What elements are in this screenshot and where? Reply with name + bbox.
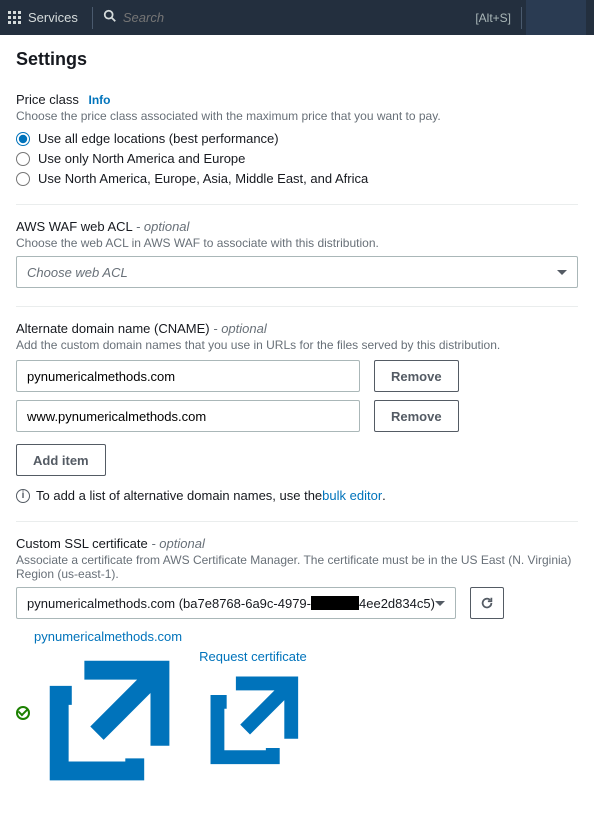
- price-class-help: Choose the price class associated with t…: [16, 109, 578, 123]
- bulk-prefix-text: To add a list of alternative domain name…: [36, 488, 322, 503]
- price-class-label: Price class: [16, 92, 79, 107]
- optional-tag: - optional: [213, 321, 266, 336]
- ssl-help: Associate a certificate from AWS Certifi…: [16, 553, 578, 581]
- divider: [16, 521, 578, 522]
- search-container: [Alt+S]: [97, 9, 517, 26]
- ssl-section: Custom SSL certificate - optional Associ…: [16, 536, 578, 796]
- redacted-segment: [311, 596, 359, 610]
- ssl-links: pynumericalmethods.com Request certifica…: [16, 629, 578, 796]
- external-link-icon: [199, 665, 310, 776]
- ssl-cert-row: pynumericalmethods.com (ba7e8768-6a9c-49…: [16, 587, 578, 619]
- cname-help: Add the custom domain names that you use…: [16, 338, 578, 352]
- grid-icon[interactable]: [8, 11, 22, 25]
- radio-label: Use only North America and Europe: [38, 151, 245, 166]
- ssl-cert-selected: pynumericalmethods.com (ba7e8768-6a9c-49…: [27, 596, 435, 611]
- topbar-right-section: [526, 0, 586, 35]
- divider: [16, 204, 578, 205]
- cname-input-0[interactable]: [16, 360, 360, 392]
- waf-label: AWS WAF web ACL: [16, 219, 132, 234]
- radio-na-eu[interactable]: [16, 152, 30, 166]
- ssl-cert-select[interactable]: pynumericalmethods.com (ba7e8768-6a9c-49…: [16, 587, 456, 619]
- cname-item-row: Remove: [16, 400, 578, 432]
- page-content: Settings Price class Info Choose the pri…: [0, 35, 594, 816]
- cname-section: Alternate domain name (CNAME) - optional…: [16, 321, 578, 503]
- waf-help: Choose the web ACL in AWS WAF to associa…: [16, 236, 578, 250]
- waf-section: AWS WAF web ACL - optional Choose the we…: [16, 219, 578, 288]
- success-check-icon: [16, 706, 30, 720]
- price-class-option-extended[interactable]: Use North America, Europe, Asia, Middle …: [16, 171, 578, 186]
- verified-cert-link[interactable]: pynumericalmethods.com: [34, 629, 185, 796]
- caret-down-icon: [557, 270, 567, 275]
- divider: [521, 7, 522, 29]
- optional-tag: - optional: [151, 536, 204, 551]
- price-class-radio-group: Use all edge locations (best performance…: [16, 131, 578, 186]
- services-menu[interactable]: Services: [28, 10, 78, 25]
- add-item-button[interactable]: Add item: [16, 444, 106, 476]
- cname-item-row: Remove: [16, 360, 578, 392]
- cname-label: Alternate domain name (CNAME): [16, 321, 210, 336]
- divider: [92, 7, 93, 29]
- info-icon: i: [16, 489, 30, 503]
- info-link[interactable]: Info: [88, 93, 110, 107]
- bulk-editor-link[interactable]: bulk editor: [322, 488, 382, 503]
- radio-all-edge[interactable]: [16, 132, 30, 146]
- search-icon: [103, 9, 117, 26]
- external-link-icon: [34, 645, 185, 796]
- optional-tag: - optional: [136, 219, 189, 234]
- top-navigation-bar: Services [Alt+S]: [0, 0, 594, 35]
- remove-button[interactable]: Remove: [374, 400, 459, 432]
- page-title: Settings: [16, 49, 578, 70]
- radio-extended[interactable]: [16, 172, 30, 186]
- waf-placeholder: Choose web ACL: [27, 265, 128, 280]
- price-class-option-all[interactable]: Use all edge locations (best performance…: [16, 131, 578, 146]
- search-shortcut-hint: [Alt+S]: [475, 11, 511, 25]
- search-input[interactable]: [123, 10, 475, 25]
- cname-input-1[interactable]: [16, 400, 360, 432]
- divider: [16, 306, 578, 307]
- ssl-label: Custom SSL certificate: [16, 536, 148, 551]
- refresh-button[interactable]: [470, 587, 504, 619]
- waf-select[interactable]: Choose web ACL: [16, 256, 578, 288]
- request-certificate-link[interactable]: Request certificate: [199, 649, 310, 776]
- price-class-section: Price class Info Choose the price class …: [16, 92, 578, 186]
- radio-label: Use North America, Europe, Asia, Middle …: [38, 171, 368, 186]
- caret-down-icon: [435, 601, 445, 606]
- price-class-option-na-eu[interactable]: Use only North America and Europe: [16, 151, 578, 166]
- radio-label: Use all edge locations (best performance…: [38, 131, 279, 146]
- remove-button[interactable]: Remove: [374, 360, 459, 392]
- bulk-editor-info: i To add a list of alternative domain na…: [16, 488, 578, 503]
